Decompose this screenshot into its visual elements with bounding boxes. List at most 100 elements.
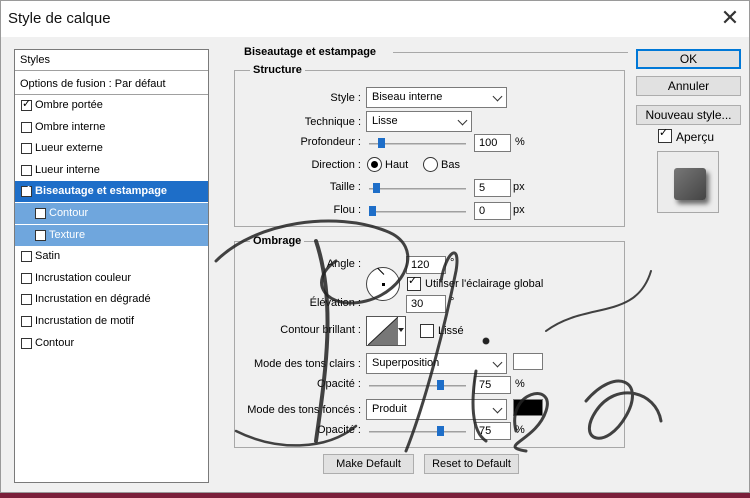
style-item[interactable]: Biseautage et estampage: [15, 181, 208, 203]
ok-button[interactable]: OK: [636, 49, 741, 69]
styles-header[interactable]: Styles: [15, 50, 208, 71]
style-item[interactable]: Lueur interne: [15, 160, 208, 181]
cancel-button[interactable]: Annuler: [636, 76, 741, 96]
highlight-opacity-track: [369, 385, 466, 387]
style-item-checkbox[interactable]: [21, 316, 32, 327]
style-item[interactable]: Incrustation en dégradé: [15, 289, 208, 310]
depth-slider-thumb[interactable]: [378, 138, 385, 148]
style-item-label: Ombre portée: [35, 99, 103, 111]
style-item[interactable]: Contour: [15, 203, 208, 224]
style-item-checkbox[interactable]: [35, 208, 46, 219]
direction-label: Direction :: [311, 159, 361, 171]
style-item[interactable]: Contour: [15, 333, 208, 354]
highlight-opacity-thumb[interactable]: [437, 380, 444, 390]
preview-checkbox[interactable]: [658, 126, 672, 143]
style-item-label: Texture: [49, 228, 86, 241]
style-item-checkbox[interactable]: [35, 229, 46, 241]
global-light-checkbox[interactable]: [407, 274, 421, 291]
make-default-button[interactable]: Make Default: [323, 454, 414, 474]
section-divider: [393, 52, 628, 53]
shadow-mode-label: Mode des tons foncés :: [247, 404, 361, 416]
style-item[interactable]: Ombre portée: [15, 95, 208, 116]
highlight-opacity-input[interactable]: 75: [474, 376, 511, 394]
style-select[interactable]: Biseau interne: [366, 87, 507, 108]
chevron-down-icon: [492, 403, 503, 414]
style-item[interactable]: Lueur externe: [15, 138, 208, 159]
highlight-opacity-slider[interactable]: [369, 380, 466, 390]
style-item-checkbox[interactable]: [21, 164, 32, 176]
highlight-mode-value: Superposition: [372, 357, 440, 369]
style-item[interactable]: Satin: [15, 246, 208, 267]
soften-label: Flou :: [333, 204, 361, 216]
size-slider-track: [369, 188, 466, 190]
shadow-opacity-label: Opacité :: [316, 424, 361, 436]
altitude-unit: °: [450, 296, 455, 308]
reset-default-button[interactable]: Reset to Default: [424, 454, 519, 474]
preview-swatch: [674, 168, 706, 200]
bevel-section-title: Biseautage et estampage: [244, 46, 377, 58]
structure-title: Structure: [250, 64, 305, 76]
direction-up-radio[interactable]: [367, 157, 382, 172]
highlight-opacity-unit: %: [515, 378, 525, 390]
soften-unit: px: [513, 204, 525, 216]
style-item[interactable]: Incrustation de motif: [15, 311, 208, 332]
technique-select[interactable]: Lisse: [366, 111, 472, 132]
angle-dial[interactable]: [366, 267, 400, 301]
gloss-contour-picker[interactable]: [366, 316, 406, 346]
style-item-checkbox[interactable]: [21, 183, 32, 198]
direction-down-label: Bas: [441, 159, 460, 171]
shadow-opacity-slider[interactable]: [369, 426, 466, 436]
global-light-label: Utiliser l'éclairage global: [425, 278, 544, 290]
style-item-checkbox[interactable]: [21, 337, 32, 349]
style-item[interactable]: Incrustation couleur: [15, 268, 208, 289]
direction-down-radio[interactable]: [423, 157, 438, 172]
depth-unit: %: [515, 136, 525, 148]
style-item-label: Incrustation en dégradé: [35, 293, 151, 306]
style-item-checkbox[interactable]: [21, 97, 32, 111]
soften-slider-thumb[interactable]: [369, 206, 376, 216]
shadow-opacity-thumb[interactable]: [437, 426, 444, 436]
soften-slider[interactable]: [369, 206, 466, 216]
shadow-opacity-unit: %: [515, 424, 525, 436]
blending-options[interactable]: Options de fusion : Par défaut: [15, 74, 208, 95]
style-preview: [657, 151, 719, 213]
style-item-checkbox[interactable]: [21, 272, 32, 284]
antialias-checkbox[interactable]: [420, 324, 434, 338]
angle-input[interactable]: 120: [406, 256, 446, 274]
depth-input[interactable]: 100: [474, 134, 511, 152]
shadow-mode-select[interactable]: Produit: [366, 399, 507, 420]
style-item[interactable]: Texture: [15, 224, 208, 246]
depth-slider[interactable]: [369, 138, 466, 148]
new-style-button[interactable]: Nouveau style...: [636, 105, 741, 125]
shadow-mode-value: Produit: [372, 403, 407, 415]
altitude-input[interactable]: 30: [406, 295, 446, 313]
style-item[interactable]: Ombre interne: [15, 117, 208, 138]
size-input[interactable]: 5: [474, 179, 511, 197]
soften-slider-track: [369, 211, 466, 213]
shadow-color-swatch[interactable]: [513, 399, 543, 416]
style-item-checkbox[interactable]: [21, 251, 32, 263]
close-icon[interactable]: ✕: [717, 6, 743, 32]
style-item-checkbox[interactable]: [21, 121, 32, 133]
contour-curve-icon: [368, 317, 398, 345]
chevron-down-icon: [492, 91, 503, 102]
shadow-opacity-input[interactable]: 75: [474, 422, 511, 440]
style-item-label: Incrustation de motif: [35, 315, 135, 327]
size-slider-thumb[interactable]: [373, 183, 380, 193]
blending-options-label: Options de fusion : Par défaut: [20, 78, 166, 90]
size-slider[interactable]: [369, 183, 466, 193]
soften-input[interactable]: 0: [474, 202, 511, 220]
style-item-checkbox[interactable]: [21, 294, 32, 306]
highlight-color-swatch[interactable]: [513, 353, 543, 370]
style-item-label: Biseautage et estampage: [35, 185, 168, 198]
style-item-checkbox[interactable]: [21, 143, 32, 155]
direction-up-label: Haut: [385, 159, 409, 171]
size-label: Taille :: [329, 181, 361, 193]
style-item-label: Lueur interne: [35, 163, 100, 176]
highlight-mode-select[interactable]: Superposition: [366, 353, 507, 374]
style-item-label: Ombre interne: [35, 120, 106, 133]
shadow-opacity-track: [369, 431, 466, 433]
angle-dial-center: [382, 283, 385, 286]
shading-title: Ombrage: [250, 235, 305, 247]
size-unit: px: [513, 181, 525, 193]
